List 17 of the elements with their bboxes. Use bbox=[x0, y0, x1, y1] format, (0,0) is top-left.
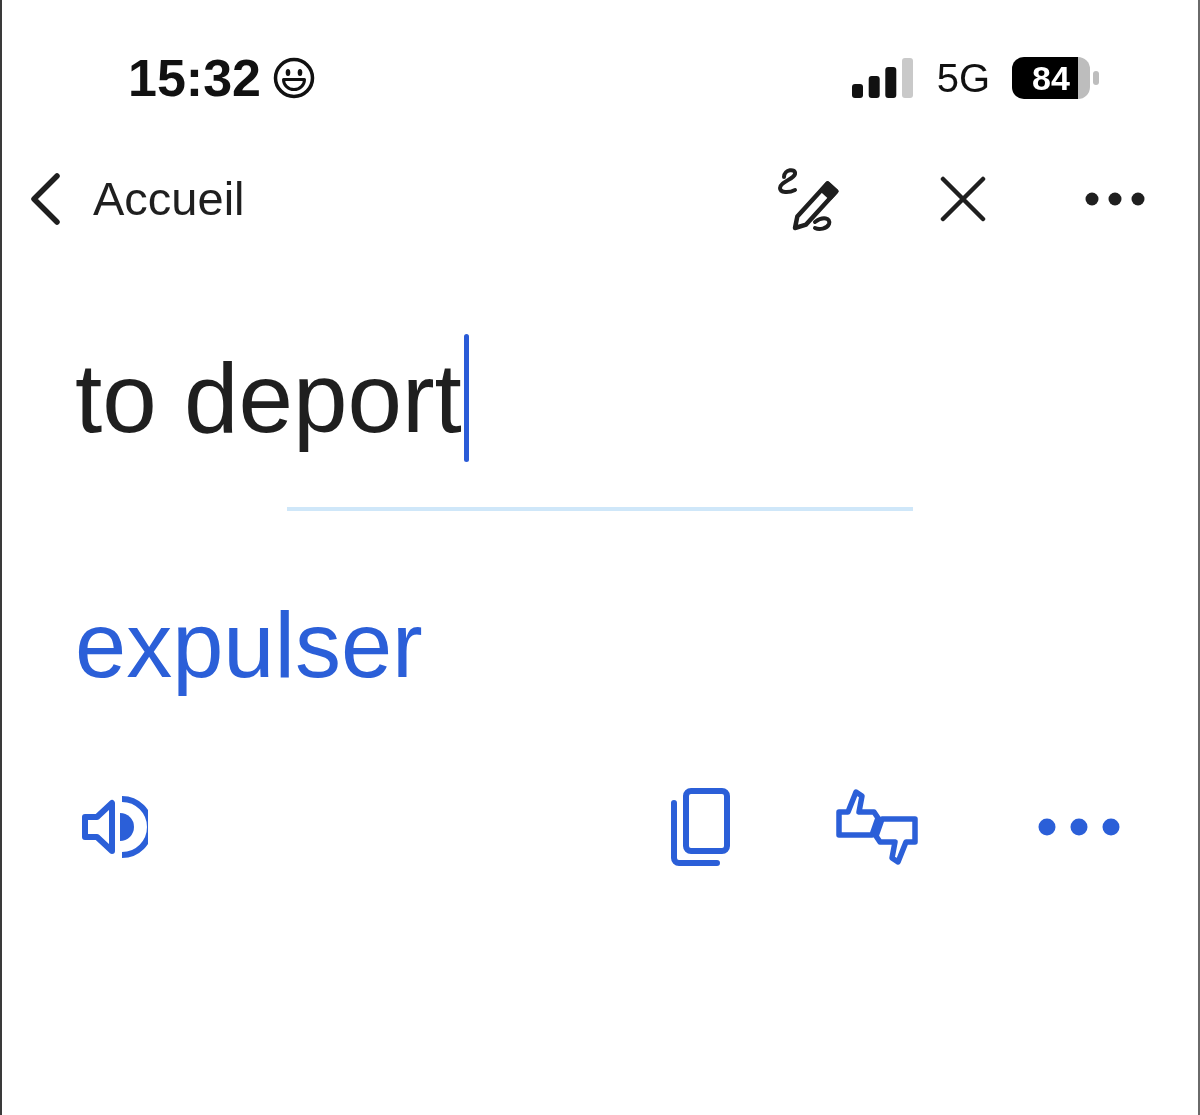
back-button[interactable]: Accueil bbox=[28, 172, 245, 226]
network-type: 5G bbox=[936, 58, 990, 98]
text-cursor-icon bbox=[463, 334, 469, 462]
thumbs-up-down-icon[interactable] bbox=[834, 787, 920, 867]
pencil-squiggle-icon[interactable] bbox=[775, 166, 841, 232]
source-text-field[interactable]: to deport bbox=[75, 334, 469, 462]
clock-time: 15:32 bbox=[128, 52, 261, 104]
more-icon[interactable] bbox=[1085, 192, 1145, 206]
speaker-icon[interactable] bbox=[80, 793, 148, 861]
battery-icon bbox=[1012, 57, 1100, 99]
translation-text: expulser bbox=[75, 593, 423, 698]
smiley-face-icon bbox=[273, 57, 315, 99]
chevron-left-icon bbox=[28, 172, 62, 226]
close-icon[interactable] bbox=[940, 176, 986, 222]
signal-icon bbox=[851, 58, 913, 98]
battery-percentage: 84 bbox=[1032, 60, 1070, 96]
copy-icon[interactable] bbox=[669, 787, 731, 867]
